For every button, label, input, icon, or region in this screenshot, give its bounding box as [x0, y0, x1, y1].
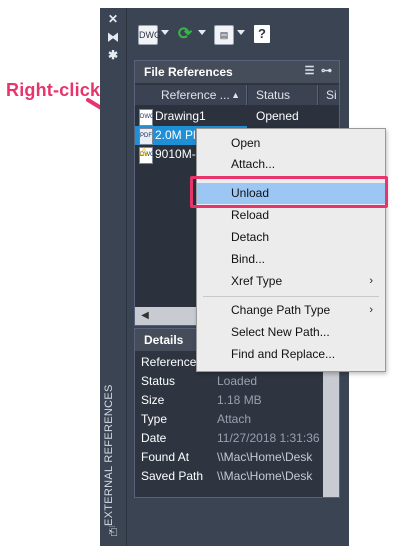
file-references-title: File References — [144, 65, 233, 79]
change-path-icon: ▤ — [214, 25, 234, 45]
settings-icon[interactable]: ✱ — [106, 48, 120, 62]
context-menu: Open Attach... Unload Reload Detach Bind… — [196, 128, 386, 372]
scroll-left-icon[interactable]: ◀ — [139, 310, 151, 322]
chevron-right-icon: › — [369, 304, 373, 316]
details-vertical-scrollbar[interactable] — [323, 351, 339, 497]
menu-item-reload[interactable]: Reload — [197, 205, 385, 226]
menu-item-detach[interactable]: Detach — [197, 227, 385, 248]
column-reference[interactable]: Reference ... ▲ — [135, 85, 247, 105]
column-status[interactable]: Status — [248, 85, 318, 105]
collapse-icon[interactable]: ⧓ — [106, 30, 120, 44]
palette-grip-icon[interactable]: ⎗ — [105, 526, 121, 540]
menu-item-bind[interactable]: Bind... — [197, 249, 385, 270]
refresh-icon: ⟳ — [177, 24, 193, 43]
annotation-highlight-box — [190, 176, 388, 208]
list-view-icon[interactable]: ☰ — [303, 65, 316, 78]
chevron-down-icon[interactable] — [198, 30, 206, 35]
file-references-header: File References ☰ ⊶ — [135, 61, 339, 83]
close-icon[interactable]: ✕ — [106, 12, 120, 26]
menu-item-select-new-path[interactable]: Select New Path... — [197, 322, 385, 343]
menu-separator — [203, 296, 379, 297]
xref-toolbar: DWG ⟳ ▤ ? — [138, 23, 338, 47]
menu-item-open[interactable]: Open — [197, 133, 385, 154]
chevron-down-icon[interactable] — [237, 30, 245, 35]
chevron-down-icon[interactable] — [161, 30, 169, 35]
details-title: Details — [144, 333, 184, 347]
warning-icon: ⚠ — [139, 146, 149, 158]
chevron-right-icon: › — [369, 275, 373, 287]
sort-ascending-icon: ▲ — [231, 90, 240, 100]
menu-item-xref-type[interactable]: Xref Type › — [197, 271, 385, 292]
list-item[interactable]: DWG Drawing1 Opened — [135, 107, 339, 126]
palette-title-rail: ✕ ⧓ ✱ EXTERNAL REFERENCES ⎗ — [100, 8, 127, 546]
tree-view-icon[interactable]: ⊶ — [320, 65, 333, 78]
drawing-file-icon: DWG — [139, 109, 155, 126]
palette-side-title: EXTERNAL REFERENCES — [103, 384, 115, 526]
menu-item-change-path-type[interactable]: Change Path Type › — [197, 300, 385, 321]
column-size[interactable]: Si — [319, 85, 339, 105]
menu-item-attach[interactable]: Attach... — [197, 154, 385, 175]
help-icon: ? — [254, 25, 270, 43]
menu-item-find-and-replace[interactable]: Find and Replace... — [197, 344, 385, 365]
attach-dwg-icon: DWG — [138, 25, 161, 45]
